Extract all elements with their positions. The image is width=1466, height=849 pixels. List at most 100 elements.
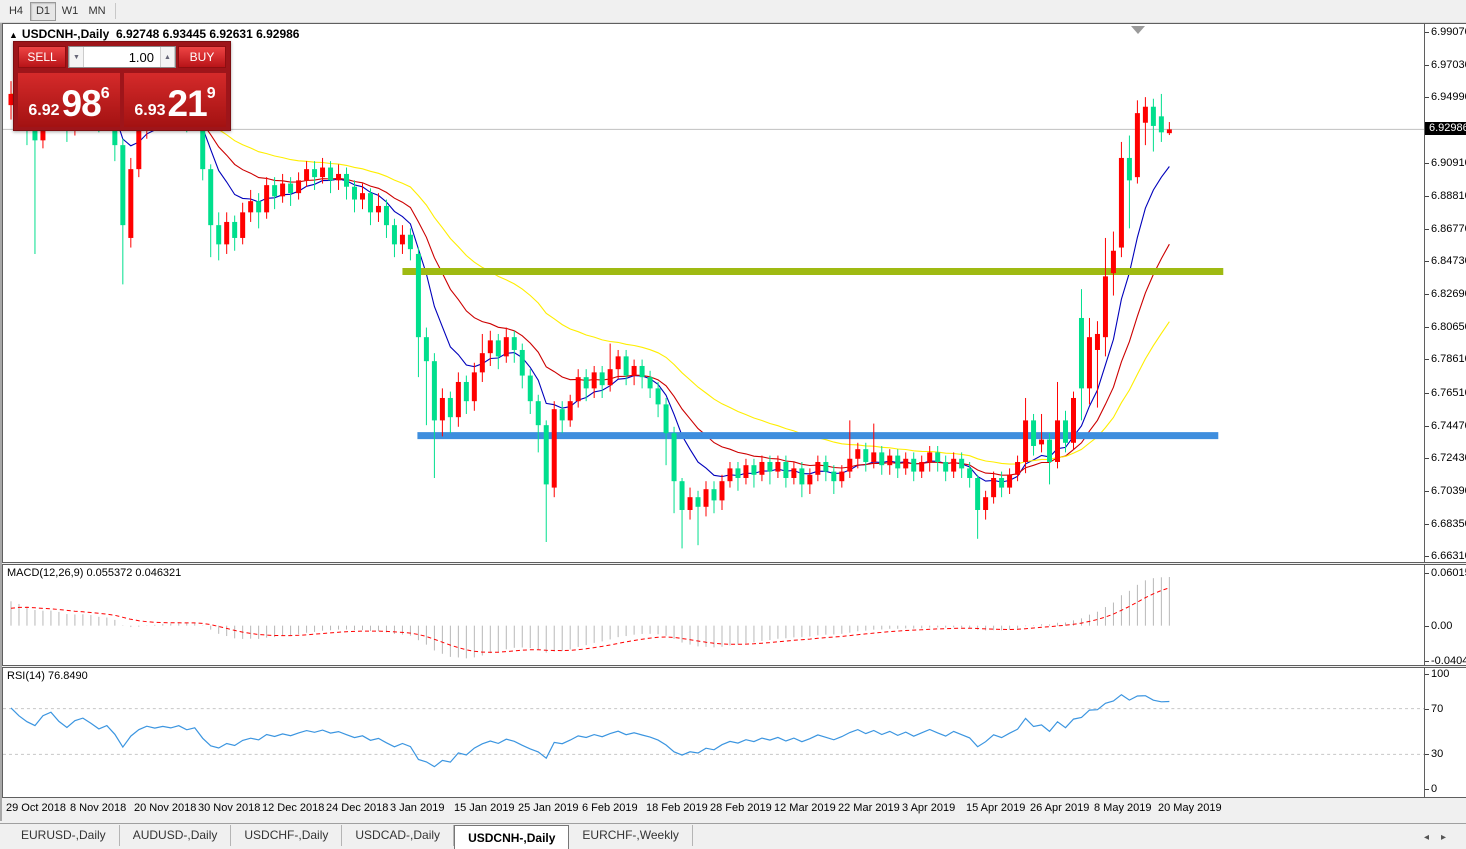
candle-body [903,459,908,469]
candle-body [759,462,764,475]
candle-body [831,472,836,482]
candle-body [456,382,461,417]
candle-body [1135,113,1140,177]
date-axis-label: 12 Dec 2018 [262,802,324,814]
date-axis-label: 28 Feb 2019 [710,802,772,814]
candle-body [368,193,373,212]
candle-body [240,212,245,238]
chart-symbol-label: USDCNH-,Daily [22,27,109,41]
candle-body [296,180,301,193]
candle-body [648,377,653,388]
candle-body [304,169,309,180]
candle-body [600,372,605,385]
candle-body [1159,116,1164,132]
axis-tick-label: 6.78610 [1425,354,1466,365]
axis-tick-label: -0.040407 [1425,656,1466,667]
rsi-label: RSI(14) 76.8490 [7,670,88,682]
date-axis-label: 3 Jan 2019 [390,802,444,814]
candle-body [464,382,469,401]
sell-button[interactable]: SELL [18,46,66,68]
candle-body [815,462,820,475]
chart-tab-usdchf-daily[interactable]: USDCHF-,Daily [231,825,342,846]
candle-body [616,356,621,369]
axis-tick-label: 70 [1425,704,1443,715]
candle-body [696,497,701,507]
date-axis-label: 22 Mar 2019 [838,802,900,814]
chart-tab-eurchf-weekly[interactable]: EURCHF-,Weekly [569,825,692,846]
macd-pane[interactable]: MACD(12,26,9) 0.055372 0.046321 [2,564,1425,666]
candle-body [743,465,748,478]
rsi-line [11,695,1169,767]
scroll-to-end-icon[interactable] [1131,26,1145,34]
axis-tick-label: 6.80650 [1425,322,1466,333]
axis-tick-label: 6.97030 [1425,60,1466,71]
axis-tick-label: 0.060159 [1425,568,1466,579]
candle-body [592,372,597,388]
axis-tick-label: 0 [1425,784,1437,795]
timeframe-button-d1[interactable]: D1 [30,2,56,21]
candle-body [208,169,213,225]
candle-body [1023,420,1028,462]
candle-body [672,433,677,481]
chart-ohlc-values: 6.92748 6.93445 6.92631 6.92986 [116,27,300,41]
candle-body [1063,420,1068,442]
axis-tick-label: 6.88810 [1425,191,1466,202]
axis-tick-label: 30 [1425,749,1443,760]
chart-tab-usdcnh-daily[interactable]: USDCNH-,Daily [454,825,569,849]
date-axis-label: 26 Apr 2019 [1030,802,1089,814]
buy-button[interactable]: BUY [178,46,226,68]
candle-body [328,168,333,181]
axis-tick-label: 6.99070 [1425,27,1466,38]
candle-body [727,468,732,481]
candle-body [895,456,900,469]
candle-body [1167,129,1172,133]
candle-body [704,489,709,507]
tab-scroll-right-icon[interactable]: ▸ [1441,832,1458,843]
axis-tick-label: 6.74470 [1425,421,1466,432]
candle-body [967,468,972,478]
candle-body [839,472,844,482]
candle-body [1151,107,1156,126]
price-chart-pane[interactable]: ▲ USDCNH-,Daily 6.92748 6.93445 6.92631 6… [2,23,1425,563]
collapse-trade-panel-icon[interactable]: ▲ [9,30,18,40]
axis-tick-label: 6.72430 [1425,453,1466,464]
candle-body [512,337,517,350]
chart-tab-usdcad-daily[interactable]: USDCAD-,Daily [342,825,454,846]
candle-body [608,369,613,385]
timeframe-button-h4[interactable]: H4 [3,2,29,21]
timeframe-toolbar: H4D1W1MN [0,0,1466,23]
volume-input[interactable]: 1.00 [84,47,160,67]
candle-body [680,481,685,510]
buy-price-display[interactable]: 6.93 21 9 [124,73,226,127]
timeframe-button-w1[interactable]: W1 [57,2,83,21]
candle-body [384,206,389,225]
candle-body [136,129,141,169]
rsi-pane[interactable]: RSI(14) 76.8490 [2,667,1425,798]
candle-body [264,185,269,212]
date-axis-label: 20 Nov 2018 [134,802,196,814]
candle-body [632,366,637,376]
chart-tab-audusd-daily[interactable]: AUDUSD-,Daily [120,825,232,846]
buy-price-base: 6.93 [134,101,165,121]
date-axis-label: 30 Nov 2018 [198,802,260,814]
tab-scroll-left-icon[interactable]: ◂ [1424,832,1441,843]
candle-body [472,372,477,401]
chart-tab-eurusd-daily[interactable]: EURUSD-,Daily [8,825,120,846]
date-axis-label: 24 Dec 2018 [326,802,388,814]
sell-price-display[interactable]: 6.92 98 6 [18,73,120,127]
timeframe-button-mn[interactable]: MN [84,2,110,21]
volume-increase-icon[interactable]: ▲ [160,47,175,67]
candle-body [1007,475,1012,488]
candle-body [128,169,133,238]
candle-body [927,452,932,462]
axis-tick-label: 6.94990 [1425,92,1466,103]
rsi-chart [3,668,1424,798]
candle-body [448,398,453,417]
candle-body [400,235,405,245]
candle-body [664,404,669,433]
candle-body [688,497,693,510]
buy-price-point: 9 [207,85,216,103]
chart-title: ▲ USDCNH-,Daily 6.92748 6.93445 6.92631 6… [9,27,299,41]
volume-decrease-icon[interactable]: ▼ [69,47,84,67]
current-price-tag: 6.92986 [1425,122,1466,135]
